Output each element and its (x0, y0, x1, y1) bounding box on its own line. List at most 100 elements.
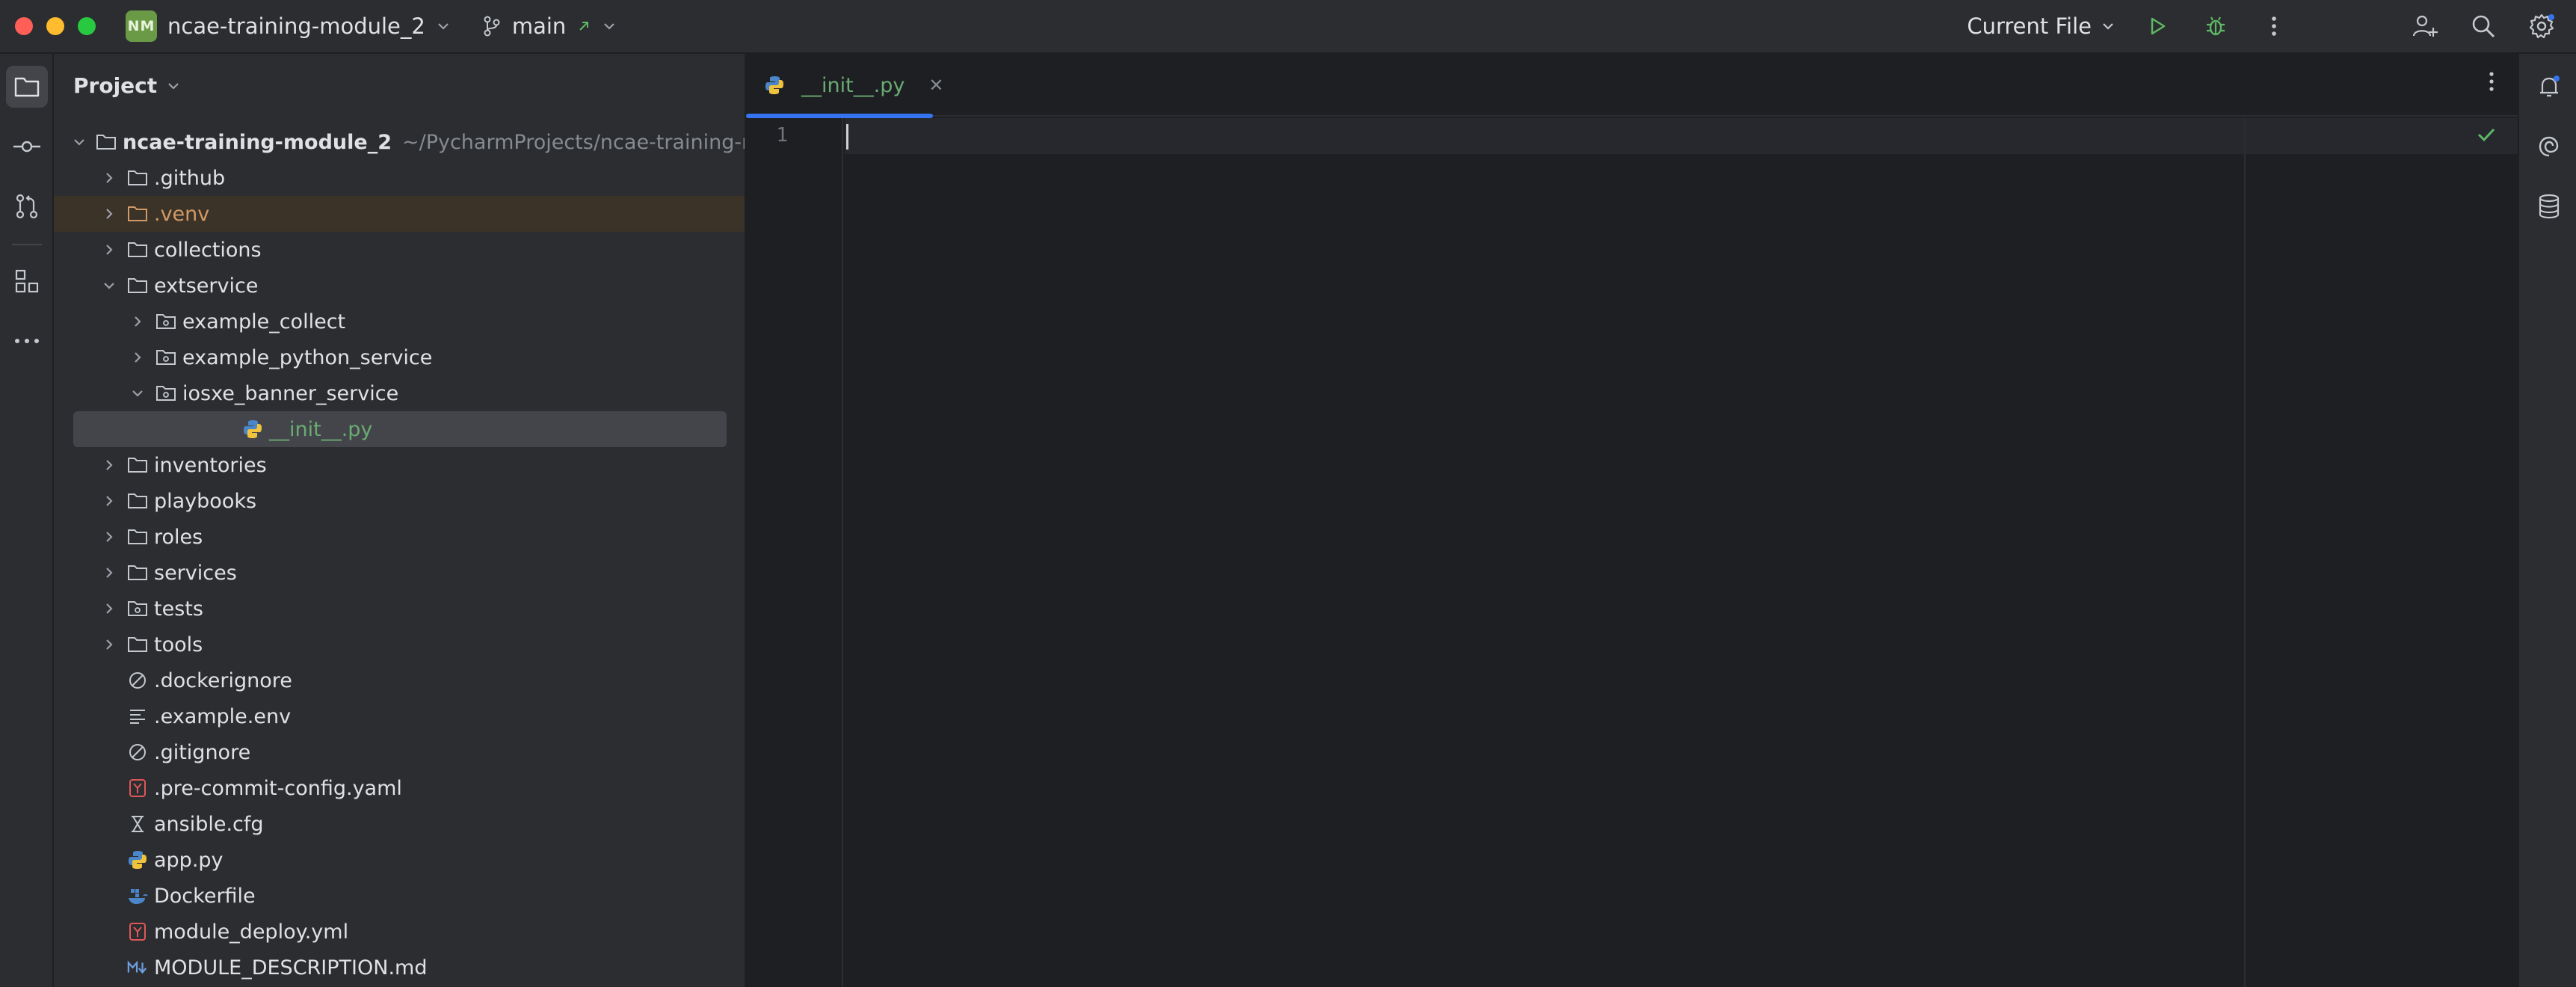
tree-item-tools[interactable]: tools (54, 627, 745, 662)
tree-item-dockerignore[interactable]: .dockerignore (54, 662, 745, 698)
outgoing-arrow-icon (579, 22, 589, 31)
tree-item-example-collect[interactable]: example_collect (54, 304, 745, 339)
tree-item-init-py[interactable]: __init__.py (73, 411, 727, 447)
chevron-right-icon[interactable] (129, 348, 147, 366)
tree-item-inventories[interactable]: inventories (54, 447, 745, 483)
tree-item-tests[interactable]: tests (54, 591, 745, 627)
notifications-tool-button[interactable] (2528, 66, 2570, 108)
search-everywhere-button[interactable] (2467, 10, 2500, 43)
tree-item-label: example_python_service (182, 345, 433, 369)
zoom-window-button[interactable] (78, 17, 96, 35)
tab-label: __init__.py (801, 73, 905, 97)
run-button[interactable] (2141, 10, 2174, 43)
chevron-down-icon[interactable] (72, 133, 87, 151)
commit-icon (13, 141, 40, 153)
editor-area: __init__.py ✕ 1 (746, 54, 2518, 987)
tab-actions-button[interactable] (2488, 70, 2495, 96)
structure-tool-button[interactable] (6, 260, 48, 302)
tree-item-iosxe-banner-service[interactable]: iosxe_banner_service (54, 375, 745, 411)
project-tool-window: Project ncae-training-module_2 ~/Pycharm… (54, 54, 746, 987)
minimize-window-button[interactable] (46, 17, 64, 35)
tree-item-venv[interactable]: .venv (54, 196, 745, 232)
more-actions-button[interactable] (2258, 10, 2290, 43)
editor-tab-bar: __init__.py ✕ (746, 54, 2518, 118)
project-tool-button[interactable] (6, 66, 48, 108)
close-window-button[interactable] (15, 17, 33, 35)
tree-item-module-description[interactable]: MODULE_DESCRIPTION.md (54, 950, 745, 986)
project-view-selector[interactable]: Project (73, 73, 181, 98)
tree-item-extservice[interactable]: extservice (54, 268, 745, 304)
run-configuration-selector[interactable]: Current File (1967, 13, 2116, 39)
folder-icon (127, 562, 148, 583)
tree-item-label: module_deploy.yml (154, 920, 349, 944)
chevron-down-icon (438, 23, 449, 30)
tree-item-gitignore[interactable]: .gitignore (54, 734, 745, 770)
chevron-down-icon[interactable] (129, 384, 147, 402)
tree-item-label: collections (154, 238, 262, 262)
editor-tab-init-py[interactable]: __init__.py ✕ (746, 54, 944, 118)
tree-item-label: .pre-commit-config.yaml (154, 776, 402, 800)
chevron-right-icon[interactable] (100, 636, 118, 654)
code-editor-text-area[interactable] (848, 118, 2243, 987)
ai-assistant-tool-button[interactable] (2528, 126, 2570, 167)
chevron-right-icon[interactable] (100, 600, 118, 618)
folder-icon (127, 634, 148, 655)
add-user-icon (2412, 15, 2438, 37)
tree-item-label: __init__.py (269, 417, 373, 441)
tree-item-pre-commit-config[interactable]: .pre-commit-config.yaml (54, 770, 745, 806)
tree-item-example-env[interactable]: .example.env (54, 698, 745, 734)
tree-item-github[interactable]: .github (54, 160, 745, 196)
code-with-me-button[interactable] (2409, 10, 2441, 43)
run-config-label: Current File (1967, 13, 2092, 39)
database-tool-button[interactable] (2528, 185, 2570, 227)
tree-item-collections[interactable]: collections (54, 232, 745, 268)
tree-item-label: app.py (154, 848, 224, 872)
tree-item-label: iosxe_banner_service (182, 381, 399, 405)
debug-button[interactable] (2199, 10, 2232, 43)
tree-root[interactable]: ncae-training-module_2 ~/PycharmProjects… (54, 124, 745, 160)
tree-item-example-python-service[interactable]: example_python_service (54, 339, 745, 375)
tree-item-ansible-cfg[interactable]: ansible.cfg (54, 806, 745, 842)
tree-item-app-py[interactable]: app.py (54, 842, 745, 878)
settings-button[interactable] (2525, 10, 2558, 43)
chevron-right-icon[interactable] (100, 169, 118, 187)
chevron-right-icon[interactable] (100, 492, 118, 510)
yaml-file-icon (127, 778, 148, 799)
tree-item-roles[interactable]: roles (54, 519, 745, 555)
inspection-status-check-icon[interactable] (2476, 126, 2497, 147)
search-icon (2472, 15, 2495, 37)
chevron-right-icon[interactable] (100, 241, 118, 259)
root-path: ~/PycharmProjects/ncae-training-module_2 (401, 130, 745, 154)
more-tool-windows-button[interactable] (6, 320, 48, 362)
play-icon (2151, 17, 2166, 35)
chevron-right-icon[interactable] (100, 205, 118, 223)
vcs-branch-widget[interactable]: main (482, 13, 617, 39)
folder-icon (96, 132, 117, 153)
kebab-menu-icon (2489, 72, 2494, 91)
yaml-file-icon (127, 921, 148, 942)
pull-requests-tool-button[interactable] (6, 185, 48, 227)
package-folder-icon (155, 311, 176, 332)
chevron-right-icon[interactable] (100, 528, 118, 546)
tree-item-label: ansible.cfg (154, 812, 264, 836)
tree-item-services[interactable]: services (54, 555, 745, 591)
right-margin-guide (2244, 118, 2246, 987)
python-file-icon (242, 419, 263, 440)
tree-item-label: extservice (154, 274, 259, 298)
commit-tool-button[interactable] (6, 126, 48, 167)
tree-item-module-deploy[interactable]: module_deploy.yml (54, 914, 745, 950)
branch-icon (484, 16, 500, 37)
tree-item-playbooks[interactable]: playbooks (54, 483, 745, 519)
tree-item-label: .github (154, 166, 226, 190)
python-file-icon (127, 849, 148, 870)
chevron-right-icon[interactable] (100, 456, 118, 474)
project-switcher[interactable]: NM ncae-training-module_2 (126, 10, 451, 42)
chevron-down-icon[interactable] (100, 277, 118, 295)
chevron-right-icon[interactable] (129, 313, 147, 330)
ellipsis-icon (15, 339, 39, 343)
tree-item-dockerfile[interactable]: Dockerfile (54, 878, 745, 914)
close-tab-icon[interactable]: ✕ (928, 75, 943, 96)
bell-icon (2540, 76, 2560, 97)
folder-icon (127, 275, 148, 296)
chevron-right-icon[interactable] (100, 564, 118, 582)
